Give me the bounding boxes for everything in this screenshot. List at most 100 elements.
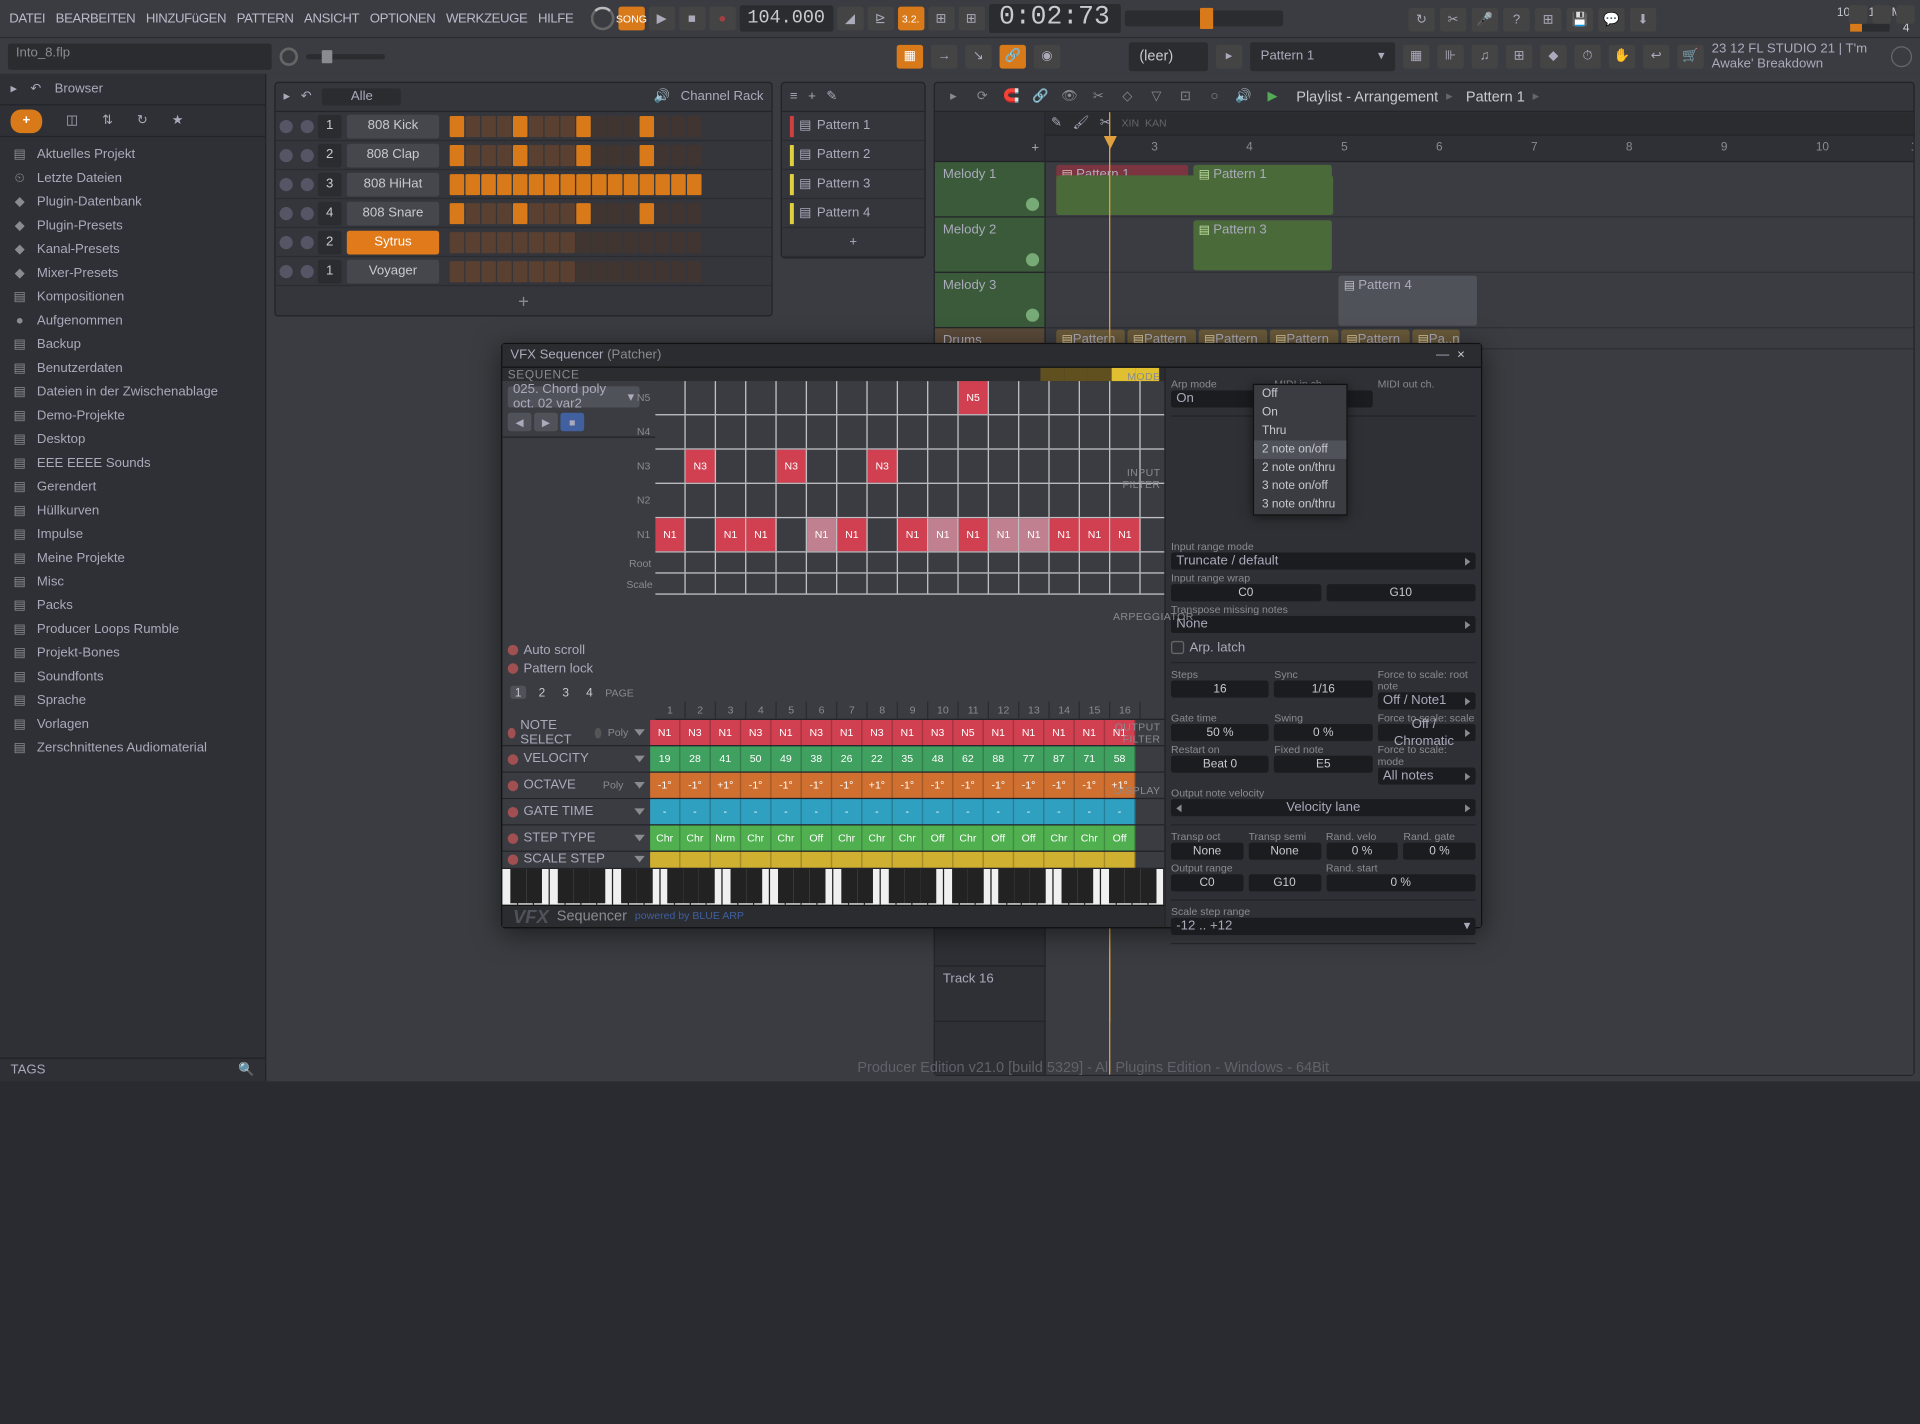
param-cell[interactable]: - [923, 799, 953, 824]
tree-item[interactable]: ◆Plugin-Presets [0, 214, 265, 238]
param-cell[interactable]: +1° [862, 773, 892, 798]
help-icon[interactable]: ? [1503, 8, 1529, 32]
view-close-all-icon[interactable]: ↩ [1643, 44, 1669, 68]
mute-toggle[interactable] [1026, 309, 1039, 322]
param-cell[interactable]: Chr [1044, 825, 1074, 850]
param-cell[interactable] [953, 852, 983, 867]
step-cell[interactable] [465, 231, 480, 252]
step-cell[interactable] [576, 173, 591, 194]
seq-prev-button[interactable]: ◀ [508, 413, 532, 431]
param-cell[interactable]: 71 [1075, 746, 1105, 771]
black-key[interactable] [857, 868, 873, 902]
black-key[interactable] [558, 868, 574, 902]
pattern-prev-icon[interactable]: ▸ [1216, 44, 1242, 68]
channel-led[interactable] [280, 206, 293, 219]
param-cell[interactable]: Off [923, 825, 953, 850]
param-cell[interactable]: N1 [1014, 720, 1044, 745]
step-cell[interactable] [687, 260, 702, 281]
step-cell[interactable] [655, 231, 670, 252]
step-cell[interactable] [592, 202, 607, 223]
playlist-play-icon[interactable]: ▶ [1262, 86, 1283, 107]
param-cell[interactable]: Chr [771, 825, 801, 850]
clip[interactable]: ▤ Pattern 4 [1338, 276, 1476, 326]
globe-icon[interactable] [1891, 45, 1912, 66]
knob-icon[interactable] [280, 47, 298, 65]
mic-icon[interactable]: 🎤 [1472, 8, 1498, 32]
step-cell[interactable] [465, 144, 480, 165]
step-cell[interactable] [545, 115, 560, 136]
step-cell[interactable] [576, 144, 591, 165]
tree-item[interactable]: ▤Gerendert [0, 475, 265, 499]
param-cell[interactable]: Off [984, 825, 1014, 850]
step-cell[interactable] [513, 202, 528, 223]
mute-toggle[interactable] [1026, 253, 1039, 266]
dropdown-item[interactable]: 3 note on/off [1254, 477, 1346, 495]
param-cell[interactable]: -1° [1075, 773, 1105, 798]
step-cell[interactable] [497, 202, 512, 223]
time-display[interactable]: 0:02:73 [988, 4, 1120, 33]
chanrack-speaker-icon[interactable]: 🔊 [654, 90, 670, 105]
channel-number[interactable]: 2 [318, 230, 342, 254]
param-cell[interactable] [1044, 852, 1074, 867]
step-cell[interactable] [497, 173, 512, 194]
channel-led[interactable] [301, 206, 314, 219]
step-cell[interactable] [529, 231, 544, 252]
param-cell[interactable]: N1 [893, 720, 923, 745]
param-cell[interactable]: Chr [953, 825, 983, 850]
playlist-menu-icon[interactable]: ▸ [943, 86, 964, 107]
step-cell[interactable] [640, 202, 655, 223]
step-cell[interactable] [640, 173, 655, 194]
input-range-hi[interactable]: G10 [1326, 584, 1476, 601]
step-cell[interactable] [655, 202, 670, 223]
black-key[interactable] [778, 868, 794, 902]
menu-bearbeiten[interactable]: BEARBEITEN [52, 11, 140, 26]
note-select-lane[interactable]: NOTE SELECTPoly N1N3N1N3N1N3N1N3N1N3N5N1… [502, 720, 1164, 746]
chanrack-menu-icon[interactable]: ▸ [284, 90, 291, 105]
rand-gate-value[interactable]: 0 % [1403, 843, 1475, 860]
output-range-lo[interactable]: C0 [1171, 874, 1243, 891]
param-cell[interactable]: N1 [650, 720, 680, 745]
step-cell[interactable] [529, 260, 544, 281]
param-cell[interactable] [802, 852, 832, 867]
step-cell[interactable] [465, 260, 480, 281]
output-vel-value[interactable]: Velocity lane [1171, 799, 1476, 816]
step-cell[interactable] [481, 202, 496, 223]
rand-start-value[interactable]: 0 % [1326, 874, 1476, 891]
metronome-icon[interactable]: ◢ [837, 7, 863, 31]
shop-icon[interactable]: ⊞ [1535, 8, 1561, 32]
countdown-icon[interactable]: 3.2. [898, 7, 924, 31]
channel-led[interactable] [301, 235, 314, 248]
playlist-ruler[interactable]: 3 4 5 6 7 8 9 10 11 [1046, 136, 1914, 162]
view-channel-rack-icon[interactable]: ▦ [1403, 44, 1429, 68]
black-key[interactable] [1015, 868, 1031, 902]
step-cell[interactable] [671, 115, 686, 136]
black-key[interactable] [999, 868, 1015, 902]
param-cell[interactable]: N3 [862, 720, 892, 745]
view-mic-icon[interactable]: ◉ [1034, 44, 1060, 68]
sync-value[interactable]: 1/16 [1274, 680, 1372, 697]
pattern-brush-icon[interactable]: ✎ [826, 90, 837, 105]
auto-scroll-toggle[interactable]: Auto scroll [508, 641, 650, 659]
step-cell[interactable] [529, 115, 544, 136]
param-cell[interactable]: 50 [741, 746, 771, 771]
wait-input-icon[interactable]: ⊵ [867, 7, 893, 31]
page-1-button[interactable]: 1 [510, 686, 526, 699]
param-cell[interactable]: 19 [650, 746, 680, 771]
playlist-link-icon[interactable]: 🔗 [1030, 86, 1051, 107]
steps-value[interactable]: 16 [1171, 680, 1269, 697]
step-cell[interactable] [497, 260, 512, 281]
force-scale-value[interactable]: Off / Chromatic [1378, 724, 1476, 741]
tree-item[interactable]: ▤Sprache [0, 688, 265, 712]
pattern-lock-toggle[interactable]: Pattern lock [508, 659, 650, 677]
track-header-extra[interactable]: Track 16 [935, 967, 1046, 1022]
black-key[interactable] [636, 868, 652, 902]
step-cell[interactable] [545, 260, 560, 281]
step-cell[interactable] [655, 260, 670, 281]
param-cell[interactable] [771, 852, 801, 867]
input-range-mode-value[interactable]: Truncate / default [1171, 553, 1476, 570]
arp-mode-dropdown[interactable]: Off On Thru 2 note on/off 2 note on/thru… [1253, 384, 1348, 516]
param-cell[interactable]: 49 [771, 746, 801, 771]
output-range-hi[interactable]: G10 [1248, 874, 1320, 891]
param-cell[interactable]: -1° [650, 773, 680, 798]
black-key[interactable] [1109, 868, 1125, 902]
